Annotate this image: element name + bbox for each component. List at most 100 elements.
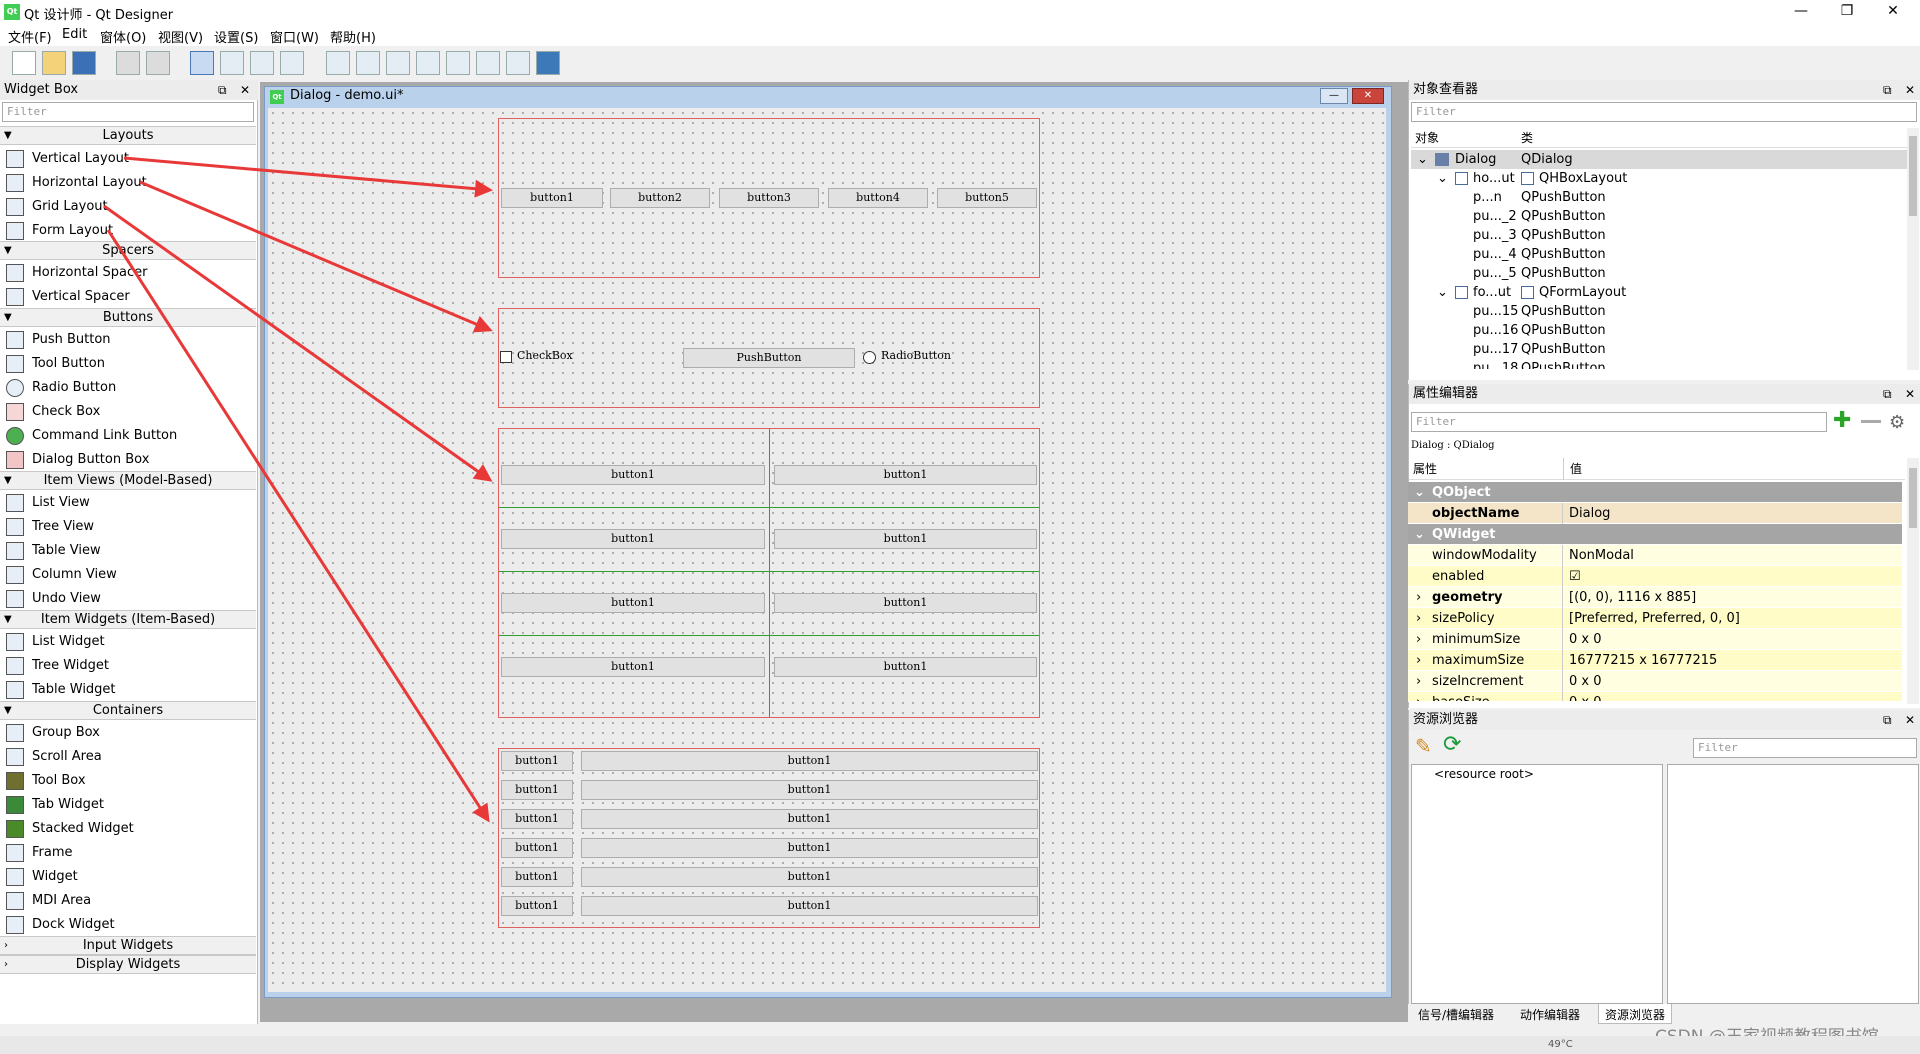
property-maximumsize[interactable]: › maximumSize 16777215 x 16777215 [1408, 650, 1902, 671]
edit-resources-pencil-icon[interactable]: ✎ [1415, 734, 1432, 758]
object-name: pu...18 [1473, 361, 1519, 369]
resource-filter-input[interactable]: Filter [1693, 738, 1917, 758]
close-dock-icon[interactable]: ✕ [1905, 710, 1915, 730]
chevron-down-icon: ⌄ [1414, 527, 1425, 542]
tab-resource-browser[interactable]: 资源浏览器 [1598, 1004, 1673, 1024]
class-name: QPushButton [1521, 361, 1606, 369]
float-icon[interactable]: ⧉ [1883, 710, 1892, 730]
configure-wrench-icon[interactable]: ⚙ [1889, 412, 1905, 433]
remove-property-icon[interactable] [1861, 420, 1881, 423]
reload-icon[interactable]: ⟳ [1443, 732, 1461, 757]
class-name: QPushButton [1521, 209, 1606, 224]
object-tree-scrollbar[interactable] [1907, 128, 1919, 370]
float-icon[interactable]: ⧉ [1883, 80, 1892, 100]
property-value[interactable]: 0 x 0 [1562, 692, 1602, 701]
property-value[interactable]: 0 x 0 [1562, 629, 1602, 650]
tree-row-form[interactable]: ⌄ fo...ut QFormLayout [1411, 283, 1907, 302]
resource-browser-dock: 资源浏览器 ⧉ ✕ ✎ ⟳ Filter <resource root> [1408, 710, 1920, 1004]
property-scrollbar[interactable] [1907, 458, 1919, 704]
property-windowmodality[interactable]: windowModality NonModal [1408, 545, 1902, 566]
property-key: sizePolicy [1432, 611, 1495, 626]
float-icon[interactable]: ⧉ [1883, 384, 1892, 404]
arrow-to-horizontal-layout [139, 180, 493, 333]
chevron-right-icon: › [1416, 611, 1422, 626]
property-key: maximumSize [1432, 653, 1525, 668]
arrow-to-form-layout [106, 229, 490, 823]
value-column-header[interactable]: 值 [1563, 458, 1582, 480]
tree-row-hbox[interactable]: ⌄ ho...ut QHBoxLayout [1411, 169, 1907, 188]
property-value[interactable]: 0 x 0 [1562, 671, 1602, 692]
class-name: QPushButton [1521, 304, 1606, 319]
resource-browser-title: 资源浏览器 ⧉ ✕ [1409, 710, 1920, 730]
tree-row[interactable]: pu...17 QPushButton [1411, 340, 1907, 359]
property-filter-input[interactable]: Filter [1411, 412, 1827, 432]
object-name: pu...16 [1473, 323, 1519, 338]
property-objectname[interactable]: objectName Dialog [1408, 503, 1902, 524]
property-key: geometry [1432, 590, 1503, 605]
tree-row[interactable]: pu...18 QPushButton [1411, 359, 1907, 369]
property-header: 属性 值 [1409, 458, 1905, 480]
chevron-down-icon: ⌄ [1437, 171, 1448, 186]
property-context: Dialog : QDialog [1411, 440, 1495, 451]
object-inspector-title: 对象查看器 ⧉ ✕ [1409, 80, 1920, 100]
property-basesize[interactable]: › baseSize 0 x 0 [1408, 692, 1902, 702]
add-dynamic-property-icon[interactable]: ✚ [1833, 410, 1851, 432]
property-sizepolicy[interactable]: › sizePolicy [Preferred, Preferred, 0, 0] [1408, 608, 1902, 629]
form-layout-icon [1455, 286, 1468, 299]
status-bar: 49°C [0, 1036, 1920, 1054]
object-name: fo...ut [1473, 285, 1512, 300]
property-value[interactable]: NonModal [1562, 545, 1634, 566]
chevron-right-icon: › [1416, 692, 1421, 701]
property-value[interactable]: [(0, 0), 1116 x 885] [1562, 587, 1696, 608]
object-name: pu...17 [1473, 342, 1519, 357]
property-column-header[interactable]: 属性 [1413, 458, 1437, 480]
hbox-layout-icon [1521, 172, 1534, 185]
resource-browser-title-text: 资源浏览器 [1413, 712, 1479, 727]
close-dock-icon[interactable]: ✕ [1905, 384, 1915, 404]
tree-row[interactable]: pu..._2 QPushButton [1411, 207, 1907, 226]
form-layout-icon [1521, 286, 1534, 299]
property-value[interactable]: 16777215 x 16777215 [1562, 650, 1717, 671]
property-sizeincrement[interactable]: › sizeIncrement 0 x 0 [1408, 671, 1902, 692]
object-tree-header: 对象 类 [1411, 128, 1907, 148]
dialog-icon [1435, 153, 1449, 166]
property-key: windowModality [1432, 548, 1537, 563]
property-key: minimumSize [1432, 632, 1521, 647]
property-key: baseSize [1432, 692, 1490, 701]
property-value[interactable]: [Preferred, Preferred, 0, 0] [1562, 608, 1740, 629]
enabled-checkbox[interactable]: ☑ [1562, 566, 1581, 587]
bottom-tab-bar: 信号/槽编辑器 动作编辑器 资源浏览器 [1408, 1004, 1920, 1024]
arrow-to-vertical-layout [123, 156, 493, 198]
section-qobject[interactable]: ⌄ QObject [1408, 482, 1902, 503]
close-dock-icon[interactable]: ✕ [1905, 80, 1915, 100]
resource-list[interactable] [1667, 764, 1919, 1004]
tab-signal-slot-editor[interactable]: 信号/槽编辑器 [1418, 1006, 1494, 1023]
property-editor-title-text: 属性编辑器 [1413, 386, 1479, 401]
resource-root-item[interactable]: <resource root> [1434, 767, 1534, 781]
class-column-header[interactable]: 类 [1521, 128, 1533, 148]
object-name: Dialog [1455, 152, 1497, 167]
class-name: QPushButton [1521, 190, 1606, 205]
object-name: pu...15 [1473, 304, 1519, 319]
tree-row[interactable]: pu...16 QPushButton [1411, 321, 1907, 340]
object-filter-input[interactable]: Filter [1411, 102, 1917, 122]
tree-row[interactable]: pu..._3 QPushButton [1411, 226, 1907, 245]
resource-tree[interactable]: <resource root> [1411, 764, 1663, 1004]
scrollbar-thumb[interactable] [1909, 136, 1917, 216]
tab-action-editor[interactable]: 动作编辑器 [1520, 1006, 1580, 1023]
property-enabled[interactable]: enabled ☑ [1408, 566, 1902, 587]
scrollbar-thumb[interactable] [1909, 468, 1917, 528]
tree-row[interactable]: p...n QPushButton [1411, 188, 1907, 207]
chevron-down-icon: ⌄ [1414, 485, 1425, 500]
tree-row[interactable]: pu..._4 QPushButton [1411, 245, 1907, 264]
tree-row[interactable]: pu...15 QPushButton [1411, 302, 1907, 321]
property-minimumsize[interactable]: › minimumSize 0 x 0 [1408, 629, 1902, 650]
class-name: QPushButton [1521, 266, 1606, 281]
class-name: QFormLayout [1539, 285, 1627, 300]
tree-row-dialog[interactable]: ⌄ Dialog QDialog [1411, 150, 1907, 169]
tree-row[interactable]: pu..._5 QPushButton [1411, 264, 1907, 283]
section-qwidget[interactable]: ⌄ QWidget [1408, 524, 1902, 545]
property-geometry[interactable]: › geometry [(0, 0), 1116 x 885] [1408, 587, 1902, 608]
property-value[interactable]: Dialog [1562, 503, 1610, 524]
object-column-header[interactable]: 对象 [1415, 128, 1439, 148]
